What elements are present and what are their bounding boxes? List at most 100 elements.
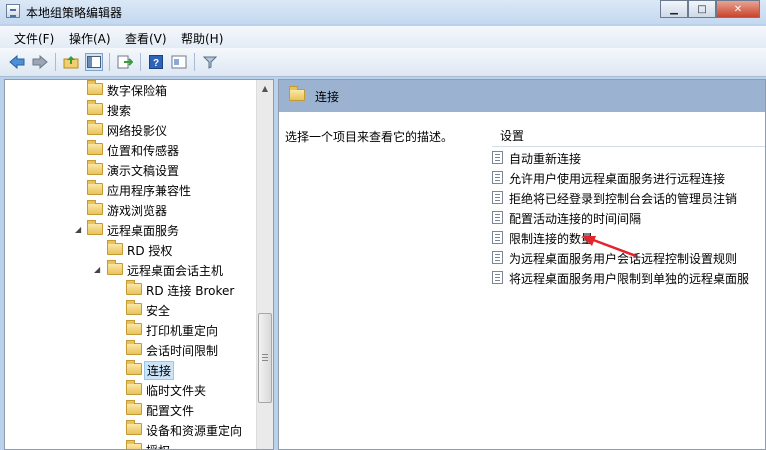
up-folder-icon[interactable] <box>62 53 80 71</box>
setting-label: 自动重新连接 <box>509 152 582 166</box>
tree-item[interactable]: 会话时间限制 <box>5 340 257 360</box>
console-tree[interactable]: 数字保险箱 搜索 网络投影仪 位置和传感器 演示文稿设置 应用程序兼容性 游戏浏… <box>4 79 274 450</box>
tree-item[interactable]: RD 授权 <box>5 240 257 260</box>
back-arrow-icon[interactable] <box>8 53 26 71</box>
setting-item[interactable]: 允许用户使用远程桌面服务进行远程连接 <box>488 168 765 188</box>
toolbar-separator <box>109 53 110 71</box>
setting-label: 拒绝将已经登录到控制台会话的管理员注销 <box>509 192 738 206</box>
policy-setting-icon <box>492 151 503 164</box>
folder-icon <box>126 400 142 415</box>
setting-label: 允许用户使用远程桌面服务进行远程连接 <box>509 172 726 186</box>
tree-item[interactable]: 配置文件 <box>5 400 257 420</box>
window-controls: ▁ □ ✕ <box>660 0 760 18</box>
grip-line <box>262 357 268 358</box>
tree-item-label: 位置和传感器 <box>107 144 180 158</box>
grip-line <box>262 354 268 355</box>
folder-icon <box>107 240 123 255</box>
scroll-thumb[interactable] <box>258 313 272 403</box>
tree-item[interactable]: 演示文稿设置 <box>5 160 257 180</box>
setting-item[interactable]: 配置活动连接的时间间隔 <box>488 208 765 228</box>
menu-action[interactable]: 操作(A) <box>69 30 111 47</box>
minimize-button[interactable]: ▁ <box>660 0 688 18</box>
description-text: 选择一个项目来查看它的描述。 <box>285 130 454 144</box>
collapse-arrow-icon[interactable]: ◢ <box>94 265 100 274</box>
tree-item[interactable]: 应用程序兼容性 <box>5 180 257 200</box>
menu-file[interactable]: 文件(F) <box>14 30 54 47</box>
tree-item[interactable]: 位置和传感器 <box>5 140 257 160</box>
folder-icon <box>126 340 142 355</box>
setting-item[interactable]: 拒绝将已经登录到控制台会话的管理员注销 <box>488 188 765 208</box>
setting-item[interactable]: 限制连接的数量 <box>488 228 765 248</box>
tree-item[interactable]: 游戏浏览器 <box>5 200 257 220</box>
setting-label: 限制连接的数量 <box>509 232 594 246</box>
folder-icon <box>87 80 103 95</box>
forward-arrow-icon[interactable] <box>31 53 49 71</box>
tree-item[interactable]: 设备和资源重定向 <box>5 420 257 440</box>
tree-item-label: 配置文件 <box>146 404 195 418</box>
menu-help[interactable]: 帮助(H) <box>181 30 223 47</box>
tree-item[interactable]: ◢ 远程桌面会话主机 <box>5 260 257 280</box>
setting-item[interactable]: 为远程桌面服务用户会话远程控制设置规则 <box>488 248 765 268</box>
divider <box>492 146 765 147</box>
close-button[interactable]: ✕ <box>716 0 760 18</box>
folder-icon <box>126 300 142 315</box>
tree-item[interactable]: 授权 <box>5 440 257 449</box>
filter-icon[interactable] <box>201 53 219 71</box>
tree-item[interactable]: 搜索 <box>5 100 257 120</box>
tree-item-label: 连接 <box>144 361 175 380</box>
tree-scrollbar[interactable]: ▲ <box>256 80 273 449</box>
maximize-button[interactable]: □ <box>688 0 716 18</box>
tree-item-label: 演示文稿设置 <box>107 164 180 178</box>
folder-icon <box>87 160 103 175</box>
settings-list: 设置 自动重新连接 允许用户使用远程桌面服务进行远程连接 拒绝将已经登录到控制台… <box>488 116 765 449</box>
tree-item[interactable]: 网络投影仪 <box>5 120 257 140</box>
tree-item[interactable]: ◢ 远程桌面服务 <box>5 220 257 240</box>
tree-item-label: 应用程序兼容性 <box>107 184 192 198</box>
setting-label: 为远程桌面服务用户会话远程控制设置规则 <box>509 252 738 266</box>
menu-view[interactable]: 查看(V) <box>125 30 167 47</box>
scroll-up-arrow-icon[interactable]: ▲ <box>257 80 273 96</box>
folder-icon <box>87 120 103 135</box>
folder-icon <box>126 380 142 395</box>
toolbar-separator <box>140 53 141 71</box>
tree-item-label: 远程桌面服务 <box>107 224 180 238</box>
tree-item-label: 临时文件夹 <box>146 384 207 398</box>
details-pane: 连接 选择一个项目来查看它的描述。 设置 自动重新连接 允许用户使用远程桌面服务… <box>278 79 766 450</box>
tree-item-label: 会话时间限制 <box>146 344 219 358</box>
help-icon[interactable]: ? <box>147 53 165 71</box>
settings-column-header[interactable]: 设置 <box>500 127 524 144</box>
tree-item-label: 数字保险箱 <box>107 84 168 98</box>
setting-label: 将远程桌面服务用户限制到单独的远程桌面服 <box>509 272 750 286</box>
tree-item-selected[interactable]: 连接 <box>5 360 257 380</box>
menu-bar: 文件(F) 操作(A) 查看(V) 帮助(H) <box>0 26 766 48</box>
show-hide-tree-icon[interactable] <box>85 53 103 71</box>
policy-setting-icon <box>492 271 503 284</box>
folder-icon <box>126 280 142 295</box>
tree-item[interactable]: 临时文件夹 <box>5 380 257 400</box>
folder-open-icon <box>87 220 103 235</box>
details-header-title: 连接 <box>315 90 340 104</box>
details-header: 连接 <box>279 80 765 112</box>
tree-item[interactable]: RD 连接 Broker <box>5 280 257 300</box>
folder-icon <box>126 440 142 449</box>
policy-setting-icon <box>492 171 503 184</box>
collapse-arrow-icon[interactable]: ◢ <box>75 225 81 234</box>
window-title: 本地组策略编辑器 <box>26 6 123 20</box>
tree-item-label: 游戏浏览器 <box>107 204 168 218</box>
tree-item[interactable]: 打印机重定向 <box>5 320 257 340</box>
export-list-icon[interactable] <box>116 53 134 71</box>
folder-icon <box>87 140 103 155</box>
tree-item[interactable]: 安全 <box>5 300 257 320</box>
properties-icon[interactable] <box>170 53 188 71</box>
policy-setting-icon <box>492 211 503 224</box>
svg-text:?: ? <box>153 58 159 69</box>
folder-icon <box>126 420 142 435</box>
setting-item[interactable]: 自动重新连接 <box>488 148 765 168</box>
setting-item[interactable]: 将远程桌面服务用户限制到单独的远程桌面服 <box>488 268 765 288</box>
tree-item-label: RD 授权 <box>127 244 173 258</box>
toolbar-separator <box>194 53 195 71</box>
tree-item-label: 安全 <box>146 304 171 318</box>
tree-item-label: 设备和资源重定向 <box>146 424 243 438</box>
setting-label: 配置活动连接的时间间隔 <box>509 212 642 226</box>
tree-item[interactable]: 数字保险箱 <box>5 80 257 100</box>
